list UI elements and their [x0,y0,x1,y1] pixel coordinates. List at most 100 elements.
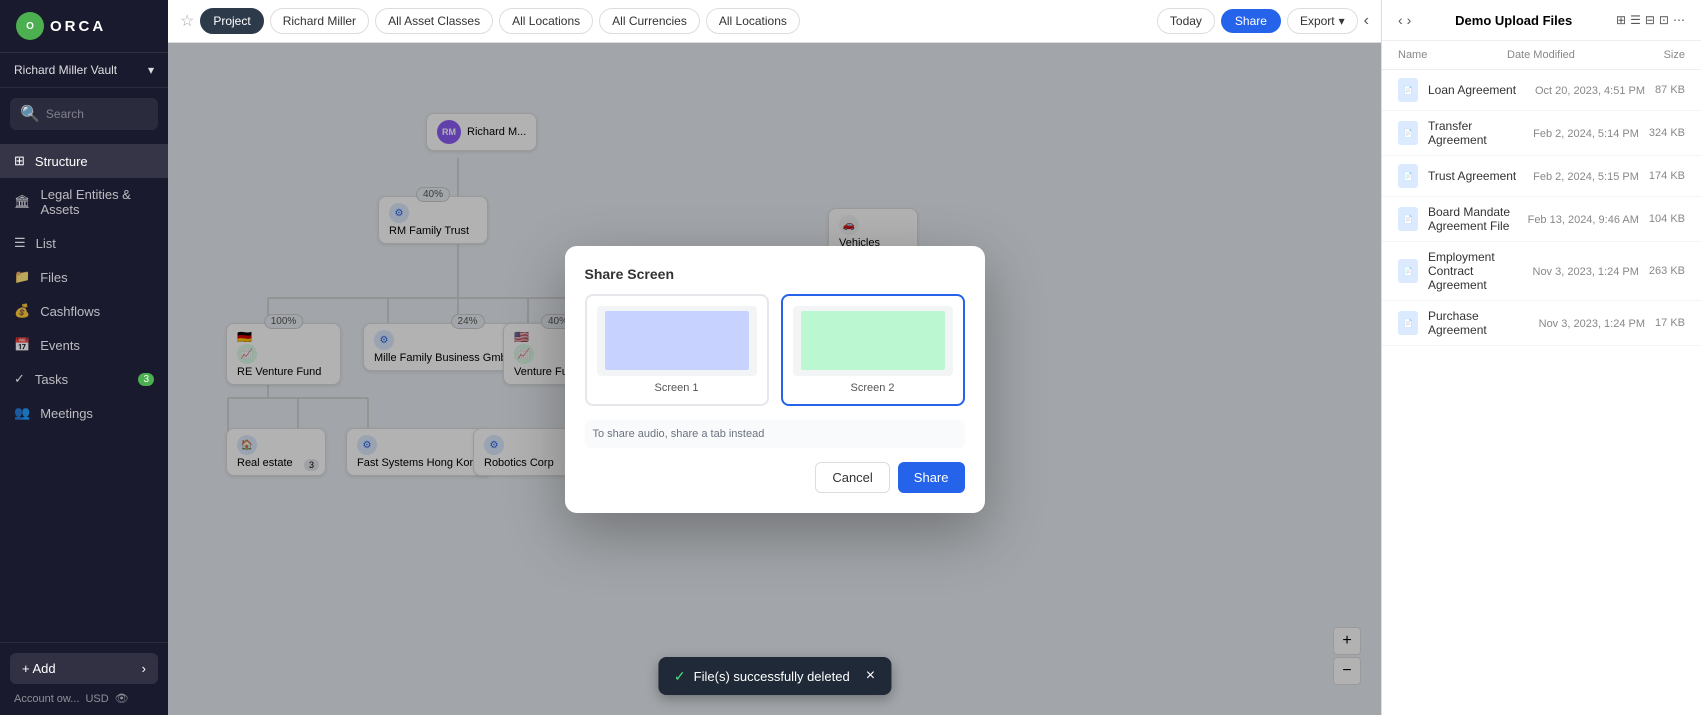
share-modal-button[interactable]: Share [898,462,965,493]
main-content: ☆ Project Richard Miller All Asset Class… [168,0,1381,715]
file-name: Employment Contract Agreement [1428,250,1523,292]
file-item-employment[interactable]: 📄 Employment Contract Agreement Nov 3, 2… [1382,242,1701,301]
eye-icon: 👁 [115,692,129,705]
nav-label: Legal Entities & Assets [41,187,154,217]
account-info: Account ow... USD 👁 [10,684,158,705]
file-info: Employment Contract Agreement [1428,250,1523,292]
panel-forward-button[interactable]: › [1407,12,1412,28]
richard-miller-filter-button[interactable]: Richard Miller [270,8,369,34]
collapse-panel-button[interactable]: ‹ [1364,12,1369,30]
more-view-options-button[interactable]: ⋯ [1673,13,1685,27]
logo-icon: O [16,12,44,40]
sidebar-item-legal[interactable]: 🏛 Legal Entities & Assets [0,178,168,226]
file-date: Nov 3, 2023, 1:24 PM [1539,318,1645,330]
vault-selector[interactable]: Richard Miller Vault ▾ [0,53,168,88]
file-list: 📄 Loan Agreement Oct 20, 2023, 4:51 PM 8… [1382,70,1701,715]
file-item-board[interactable]: 📄 Board Mandate Agreement File Feb 13, 2… [1382,197,1701,242]
file-info: Purchase Agreement [1428,309,1529,337]
file-info: Board Mandate Agreement File [1428,205,1518,233]
file-size: 87 KB [1655,84,1685,96]
file-size: 104 KB [1649,213,1685,225]
account-label: Account ow... [14,693,79,705]
file-icon: 📄 [1398,121,1418,145]
favorite-button[interactable]: ☆ [180,11,194,31]
grid-view-button[interactable]: ⊞ [1616,13,1626,27]
nav-label: Cashflows [40,304,100,319]
sidebar-item-events[interactable]: 📅 Events [0,328,168,362]
file-name: Purchase Agreement [1428,309,1529,337]
file-name: Board Mandate Agreement File [1428,205,1518,233]
project-filter-button[interactable]: Project [200,8,263,34]
sidebar-logo: O ORCA [0,0,168,53]
file-item-transfer[interactable]: 📄 Transfer Agreement Feb 2, 2024, 5:14 P… [1382,111,1701,156]
sidebar-footer: + Add › Account ow... USD 👁 [0,642,168,715]
file-info: Trust Agreement [1428,169,1523,183]
file-item-loan[interactable]: 📄 Loan Agreement Oct 20, 2023, 4:51 PM 8… [1382,70,1701,111]
modal-title: Share Screen [585,266,965,282]
structure-icon: ⊞ [14,153,25,169]
size-column-header: Size [1635,49,1685,61]
panel-back-button[interactable]: ‹ [1398,12,1403,28]
gallery-view-button[interactable]: ⊡ [1659,13,1669,27]
chevron-down-icon: ▾ [1339,14,1345,28]
file-icon: 📄 [1398,78,1418,102]
nav-label: Files [40,270,67,285]
toast-close-button[interactable]: × [866,667,875,685]
sidebar-item-files[interactable]: 📁 Files [0,260,168,294]
file-name: Transfer Agreement [1428,119,1523,147]
events-icon: 📅 [14,337,30,353]
screen-1-preview [597,306,757,376]
toolbar-right: Today Share Export ▾ ‹ [1157,8,1369,34]
sidebar-item-tasks[interactable]: ✓ Tasks 3 [0,362,168,396]
add-button[interactable]: + Add › [10,653,158,684]
vault-name: Richard Miller Vault [14,63,117,77]
screen-1-option[interactable]: Screen 1 [585,294,769,406]
logo-text: ORCA [50,18,106,35]
panel-nav-arrows: ‹ [1364,12,1369,30]
file-item-purchase[interactable]: 📄 Purchase Agreement Nov 3, 2023, 1:24 P… [1382,301,1701,346]
file-date: Feb 2, 2024, 5:15 PM [1533,171,1639,183]
panel-view-buttons: ⊞ ☰ ⊟ ⊡ ⋯ [1616,13,1685,27]
today-button[interactable]: Today [1157,8,1215,34]
files-icon: 📁 [14,269,30,285]
cashflows-icon: 💰 [14,303,30,319]
screen-2-option[interactable]: Screen 2 [781,294,965,406]
search-input[interactable] [46,107,148,121]
success-toast: ✓ File(s) successfully deleted × [658,657,891,695]
sidebar-item-cashflows[interactable]: 💰 Cashflows [0,294,168,328]
share-button[interactable]: Share [1221,9,1281,33]
sidebar-item-meetings[interactable]: 👥 Meetings [0,396,168,430]
chevron-down-icon: ▾ [148,63,154,77]
list-view-button[interactable]: ☰ [1630,13,1641,27]
check-icon: ✓ [674,668,686,685]
search-box[interactable]: 🔍 [10,98,158,130]
screen-1-label: Screen 1 [597,382,757,394]
sidebar-item-list[interactable]: ☰ List [0,226,168,260]
asset-classes-filter-button[interactable]: All Asset Classes [375,8,493,34]
locations-filter-button[interactable]: All Locations [499,8,593,34]
screen-2-preview [793,306,953,376]
right-panel-header: ‹ › Demo Upload Files ⊞ ☰ ⊟ ⊡ ⋯ [1382,0,1701,41]
file-item-trust[interactable]: 📄 Trust Agreement Feb 2, 2024, 5:15 PM 1… [1382,156,1701,197]
cancel-button[interactable]: Cancel [815,462,889,493]
nav-label: Meetings [40,406,93,421]
modal-overlay: Share Screen Screen 1 Screen 2 [168,43,1381,715]
currencies-filter-button[interactable]: All Currencies [599,8,700,34]
locations2-filter-button[interactable]: All Locations [706,8,800,34]
nav-label: List [36,236,56,251]
file-name: Trust Agreement [1428,169,1523,183]
file-size: 174 KB [1649,170,1685,182]
legal-icon: 🏛 [14,194,31,210]
tasks-icon: ✓ [14,371,25,387]
panel-nav: ‹ › [1398,12,1411,28]
file-date: Nov 3, 2023, 1:24 PM [1533,266,1639,278]
columns-view-button[interactable]: ⊟ [1645,13,1655,27]
currency-label: USD [85,693,108,705]
export-button[interactable]: Export ▾ [1287,8,1358,34]
sidebar-item-structure[interactable]: ⊞ Structure [0,144,168,178]
file-name: Loan Agreement [1428,83,1525,97]
file-list-header: Name Date Modified Size [1382,41,1701,70]
screen-2-thumbnail [801,311,945,371]
file-date: Feb 2, 2024, 5:14 PM [1533,128,1639,140]
panel-title: Demo Upload Files [1455,13,1572,28]
